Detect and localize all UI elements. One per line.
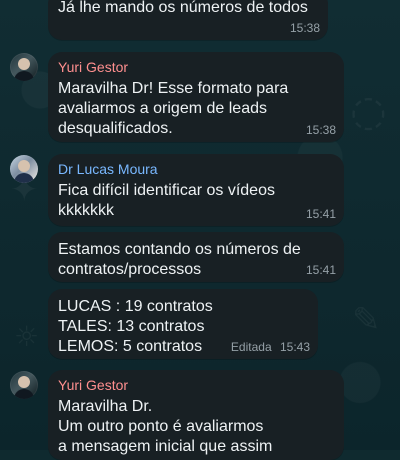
- message-bubble: Já lhe mando os números de todos 15:38: [48, 0, 328, 40]
- edited-label: Editada: [230, 340, 272, 354]
- sender-name: Yuri Gestor: [58, 59, 129, 75]
- message-bubble: Dr Lucas Moura Fica difícil identificar …: [48, 154, 344, 226]
- background-doodle: ☼: [14, 320, 40, 353]
- message-bubble: Estamos contando os números de contratos…: [48, 232, 344, 282]
- message-time: 15:43: [279, 340, 310, 354]
- message-text: Fica difícil identificar os vídeos kkkkk…: [58, 182, 275, 220]
- message-meta: 15:38: [290, 22, 320, 34]
- message-text: Maravilha Dr. Um outro ponto é avaliarmo…: [58, 398, 273, 456]
- background-doodle: ✎: [352, 300, 381, 340]
- message-meta: 15:41: [306, 264, 336, 276]
- user-avatar: [10, 53, 38, 81]
- message-bubble: Yuri Gestor Maravilha Dr! Esse formato p…: [48, 52, 344, 142]
- message-meta: 15:38: [306, 124, 336, 136]
- background-doodle: ◌: [350, 86, 387, 135]
- user-avatar: [10, 155, 38, 183]
- message-meta: 15:41: [306, 208, 336, 220]
- sender-name: Yuri Gestor: [58, 377, 129, 393]
- message-time: 15:41: [305, 207, 336, 221]
- user-avatar: [10, 371, 38, 399]
- message-bubble: LUCAS : 19 contratos TALES: 13 contratos…: [48, 289, 318, 359]
- message-bubble: Yuri Gestor Maravilha Dr. Um outro ponto…: [48, 370, 344, 460]
- message-text: Estamos contando os números de contratos…: [58, 241, 301, 278]
- message-meta: Editada 15:43: [231, 341, 310, 353]
- message-time: 15:38: [305, 123, 336, 137]
- sender-name: Dr Lucas Moura: [58, 161, 158, 177]
- message-time: 15:41: [305, 263, 336, 277]
- message-time: 15:38: [289, 21, 320, 35]
- message-text: Já lhe mando os números de todos: [58, 0, 308, 16]
- message-text: Maravilha Dr! Esse formato para avaliarm…: [58, 80, 289, 138]
